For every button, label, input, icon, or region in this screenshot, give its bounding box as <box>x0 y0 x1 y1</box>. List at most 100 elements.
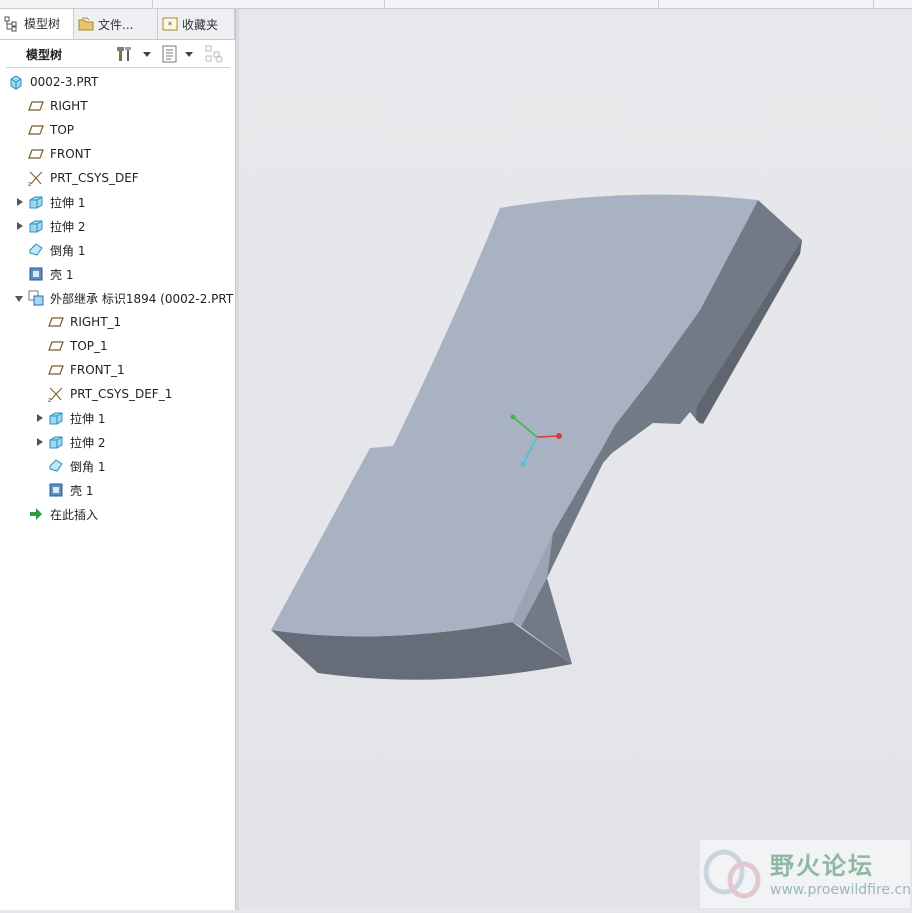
tree-item-label: RIGHT_1 <box>70 315 122 329</box>
tree-item-label: 拉伸 1 <box>50 195 86 210</box>
datum-plane-icon <box>28 122 44 138</box>
expand-arrow-icon[interactable] <box>34 412 46 424</box>
tab-folder-browser[interactable]: 文件... <box>74 9 158 39</box>
tree-item[interactable]: 拉伸 1 <box>34 406 105 430</box>
toolbar-divider <box>873 0 874 8</box>
favorites-icon: * <box>162 16 178 32</box>
forum-watermark: 野火论坛 www.proewildfire.cn <box>700 840 912 908</box>
tree-item[interactable]: 壳 1 <box>34 478 93 502</box>
external-inheritance-icon <box>28 290 44 306</box>
tree-item[interactable]: z PRT_CSYS_DEF <box>14 166 139 190</box>
tree-item[interactable]: FRONT_1 <box>34 358 125 382</box>
panel-title: 模型树 <box>26 48 63 62</box>
tree-item[interactable]: RIGHT_1 <box>34 310 121 334</box>
tree-item-label: PRT_CSYS_DEF <box>50 171 139 185</box>
tree-item[interactable]: 在此插入 <box>14 502 98 526</box>
datum-plane-icon <box>48 338 64 354</box>
tree-root[interactable]: 0002-3.PRT <box>8 70 98 94</box>
tree-item[interactable]: TOP <box>14 118 74 142</box>
csys-icon: z <box>28 170 44 188</box>
tree-item-label: 壳 1 <box>70 483 94 498</box>
tree-item-label: 在此插入 <box>50 507 99 522</box>
toolbar-divider <box>658 0 659 8</box>
tree-item[interactable]: 壳 1 <box>14 262 73 286</box>
tab-label: 文件... <box>98 17 134 32</box>
watermark-title: 野火论坛 <box>770 852 874 880</box>
folder-icon <box>78 16 94 32</box>
navigator-tabs: 模型树 文件... * 收藏夹 <box>0 9 235 40</box>
show-icon[interactable] <box>160 44 180 64</box>
triad-y-dot <box>510 414 516 420</box>
tree-item-label: 倒角 1 <box>70 459 106 474</box>
csys-icon: z <box>48 386 64 404</box>
shell-icon <box>48 482 64 498</box>
extrude-icon <box>28 218 44 234</box>
tree-item-label: 外部继承 标识1894 (0002-2.PRT <box>50 291 234 306</box>
watermark-url: www.proewildfire.cn <box>770 882 912 898</box>
expand-arrow-icon[interactable] <box>14 196 26 208</box>
tree-item[interactable]: 倒角 1 <box>14 238 85 262</box>
settings-icon[interactable] <box>116 44 136 64</box>
shell-icon <box>28 266 44 282</box>
tab-label: 模型树 <box>24 17 61 31</box>
part-icon <box>8 74 24 90</box>
triad-x-axis <box>536 435 560 438</box>
insert-here-arrow-icon <box>28 506 44 522</box>
graphics-viewport[interactable] <box>239 9 912 910</box>
tree-item-label: 壳 1 <box>50 267 74 282</box>
tree-item-label: 拉伸 1 <box>70 411 106 426</box>
model-tree-icon <box>4 16 20 32</box>
expand-arrow-icon[interactable] <box>34 436 46 448</box>
tree-item[interactable]: z PRT_CSYS_DEF_1 <box>34 382 172 406</box>
tree-item-label: 拉伸 2 <box>50 219 86 234</box>
tab-favorites[interactable]: * 收藏夹 <box>158 9 235 39</box>
tab-model-tree[interactable]: 模型树 <box>0 9 74 39</box>
extrude-icon <box>48 410 64 426</box>
tree-item-label: 拉伸 2 <box>70 435 106 450</box>
svg-text:z: z <box>48 397 51 402</box>
tree-item[interactable]: RIGHT <box>14 94 88 118</box>
tree-item[interactable]: 拉伸 2 <box>14 214 85 238</box>
tree-item[interactable]: 倒角 1 <box>34 454 105 478</box>
watermark-logo-icon <box>703 849 761 899</box>
datum-plane-icon <box>28 146 44 162</box>
tree-item-label: FRONT <box>50 147 91 161</box>
tree-item[interactable]: FRONT <box>14 142 91 166</box>
tree-item[interactable]: TOP_1 <box>34 334 108 358</box>
tree-item-label: TOP_1 <box>70 339 108 353</box>
tree-item[interactable]: 外部继承 标识1894 (0002-2.PRT <box>14 286 233 310</box>
svg-text:*: * <box>168 21 173 31</box>
tree-root-label: 0002-3.PRT <box>30 75 99 89</box>
top-toolbar-strip <box>0 0 912 9</box>
tree-item[interactable]: 拉伸 1 <box>14 190 85 214</box>
tree-item[interactable]: 拉伸 2 <box>34 430 105 454</box>
expand-arrow-icon[interactable] <box>14 220 26 232</box>
toolbar-divider <box>384 0 385 8</box>
tree-item-label: PRT_CSYS_DEF_1 <box>70 387 173 401</box>
settings-dropdown-caret[interactable] <box>143 52 151 57</box>
tree-divider <box>6 67 230 68</box>
svg-text:z: z <box>28 181 31 186</box>
part-model-3d[interactable] <box>239 9 912 910</box>
datum-plane-icon <box>48 314 64 330</box>
triad-z-dot <box>520 461 526 467</box>
toolbar-divider <box>152 0 153 8</box>
collapse-arrow-icon[interactable] <box>14 292 26 304</box>
chamfer-icon <box>48 458 64 474</box>
tree-item-label: RIGHT <box>50 99 88 113</box>
triad-x-dot <box>556 433 562 439</box>
show-dropdown-caret[interactable] <box>185 52 193 57</box>
extrude-icon <box>28 194 44 210</box>
chamfer-icon <box>28 242 44 258</box>
filter-icon[interactable] <box>204 44 224 64</box>
